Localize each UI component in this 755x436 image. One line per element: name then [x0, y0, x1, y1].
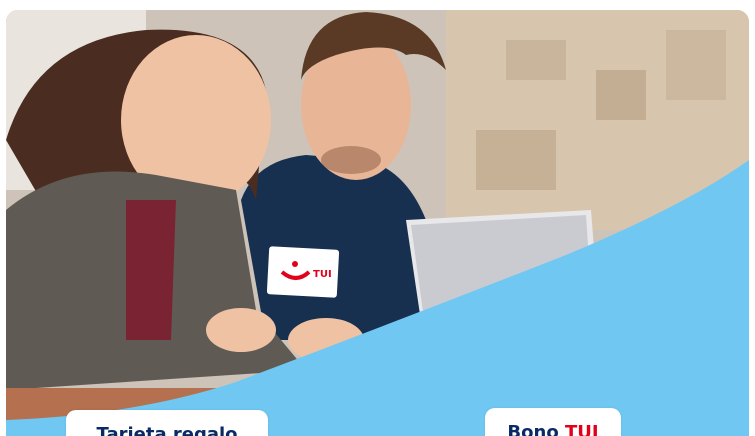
card-logo-text: TUI: [313, 269, 332, 280]
voucher-label: Bono: [507, 422, 559, 436]
hero-photo: TUI: [6, 10, 749, 436]
tui-brand-text: TUI: [564, 422, 599, 436]
gift-card-label: Tarjeta regalo: [96, 424, 238, 436]
voucher-button[interactable]: Bono TUI: [485, 408, 621, 436]
hero-banner: TUI Tarjeta regalo Bono TUI: [6, 10, 749, 436]
gift-card-button[interactable]: Tarjeta regalo: [66, 410, 268, 436]
